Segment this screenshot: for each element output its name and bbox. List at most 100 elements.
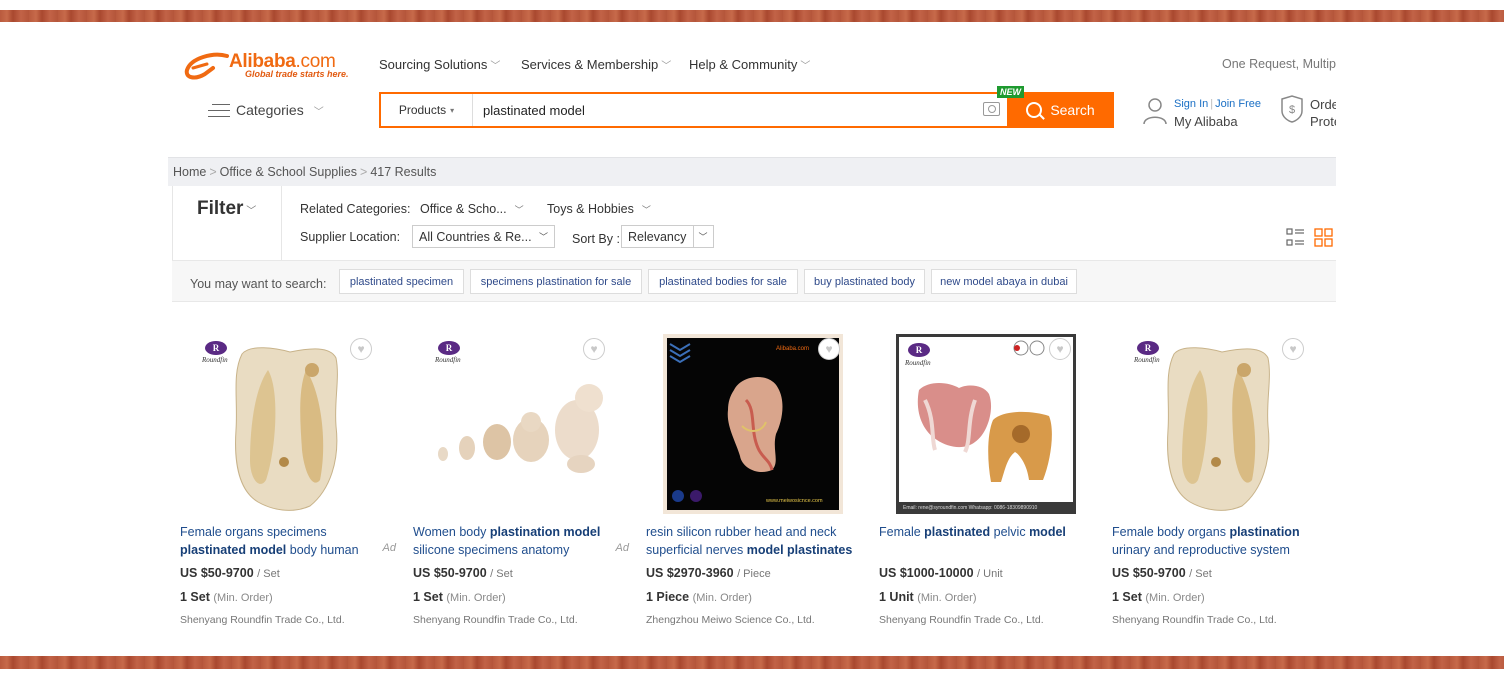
product-image[interactable]: R Roundfin ♥: [413, 330, 629, 516]
search-icon: [1026, 102, 1043, 118]
divider: [281, 186, 282, 260]
favorite-heart-icon[interactable]: ♥: [350, 338, 372, 360]
nav-services-membership[interactable]: Services & Membership ﹀: [521, 57, 671, 72]
supplier-name-link[interactable]: Shenyang Roundfin Trade Co., Ltd.: [879, 614, 1044, 626]
related-categories-label: Related Categories:: [300, 202, 411, 216]
related-searches-label: You may want to search:: [190, 277, 327, 291]
new-badge: NEW: [997, 86, 1024, 98]
rfq-link[interactable]: One Request, Multipl: [1222, 57, 1336, 71]
menu-icon: [208, 103, 230, 117]
svg-text:www.meiwosicnce.com: www.meiwosicnce.com: [765, 498, 823, 504]
min-order: 1 Set (Min. Order): [180, 590, 273, 604]
product-title-link[interactable]: Women body plastination model silicone s…: [413, 523, 628, 559]
product-price: US $50-9700 / Set: [413, 566, 513, 580]
product-price: US $50-9700 / Set: [180, 566, 280, 580]
product-price: US $50-9700 / Set: [1112, 566, 1212, 580]
related-search-tag[interactable]: buy plastinated body: [804, 269, 925, 294]
favorite-heart-icon[interactable]: ♥: [1049, 338, 1071, 360]
related-search-tag[interactable]: plastinated specimen: [339, 269, 464, 294]
search-type-select[interactable]: Products ▾: [381, 94, 473, 126]
supplier-name-link[interactable]: Shenyang Roundfin Trade Co., Ltd.: [413, 614, 578, 626]
chevron-down-icon: ﹀: [661, 61, 672, 72]
related-search-tag[interactable]: new model abaya in dubai: [931, 269, 1077, 294]
categories-label: Categories: [236, 102, 304, 118]
supplier-name-link[interactable]: Shenyang Roundfin Trade Co., Ltd.: [180, 614, 345, 626]
alibaba-swirl-icon: [184, 52, 229, 80]
chevron-down-icon: ﹀: [243, 206, 257, 217]
roundfin-logo: R Roundfin: [1134, 341, 1160, 364]
min-order: 1 Piece (Min. Order): [646, 590, 752, 604]
filter-panel: [172, 186, 1336, 260]
roundfin-logo: R Roundfin: [435, 341, 461, 364]
product-title-link[interactable]: Female organs specimens plastinated mode…: [180, 523, 395, 559]
favorite-heart-icon[interactable]: ♥: [1282, 338, 1304, 360]
related-search-tag[interactable]: plastinated bodies for sale: [648, 269, 798, 294]
my-alibaba-link[interactable]: My Alibaba: [1174, 114, 1238, 129]
chevron-down-icon: ﹀: [514, 205, 524, 215]
product-image[interactable]: R Roundfin ♥: [180, 330, 396, 516]
related-category-office[interactable]: Office & Scho... ﹀: [420, 202, 524, 216]
sign-in-link[interactable]: Sign In: [1174, 98, 1208, 110]
roundfin-logo: R Roundfin: [202, 341, 228, 364]
order-protection-link[interactable]: OrdeProte: [1310, 96, 1336, 130]
supplier-name-link[interactable]: Zhengzhou Meiwo Science Co., Ltd.: [646, 614, 815, 626]
product-image[interactable]: Email: rene@syroundfin.com Whatsapp: 008…: [879, 330, 1095, 516]
breadcrumb: Home > Office & School Supplies >417 Result…: [168, 157, 1336, 186]
product-title-link[interactable]: Female body organs plastination urinary …: [1112, 523, 1327, 559]
chevron-down-icon: ﹀: [538, 232, 548, 242]
supplier-location-label: Supplier Location:: [300, 230, 401, 244]
product-image[interactable]: Alibaba.com www.meiwosicnce.com ♥: [646, 330, 862, 516]
categories-menu[interactable]: Categories ﹀: [208, 102, 324, 118]
chevron-down-icon: ﹀: [490, 61, 501, 72]
svg-text:R: R: [446, 343, 453, 353]
related-category-toys[interactable]: Toys & Hobbies ﹀: [547, 202, 651, 216]
ad-label: Ad: [382, 542, 396, 554]
user-icon[interactable]: [1142, 97, 1168, 125]
chevron-down-icon: ▾: [450, 105, 455, 115]
product-title-link[interactable]: resin silicon rubber head and neck super…: [646, 523, 861, 559]
supplier-location-select[interactable]: All Countries & Re... ﹀: [412, 225, 555, 248]
ad-label: Ad: [615, 542, 629, 554]
supplier-name-link[interactable]: Shenyang Roundfin Trade Co., Ltd.: [1112, 614, 1277, 626]
min-order: 1 Set (Min. Order): [1112, 590, 1205, 604]
favorite-heart-icon[interactable]: ♥: [818, 338, 840, 360]
camera-icon[interactable]: [983, 102, 1000, 116]
filter-toggle[interactable]: Filter ﹀: [197, 198, 256, 220]
svg-text:Roundfin: Roundfin: [1134, 356, 1160, 364]
result-count: 417 Results: [370, 165, 437, 179]
svg-text:Email: rene@syroundfin.com Wha: Email: rene@syroundfin.com Whatsapp: 008…: [903, 505, 1038, 511]
breadcrumb-home[interactable]: Home: [173, 165, 206, 179]
product-price: US $1000-10000 / Unit: [879, 566, 1003, 580]
min-order: 1 Unit (Min. Order): [879, 590, 977, 604]
svg-text:Roundfin: Roundfin: [905, 359, 931, 367]
chevron-down-icon[interactable]: ﹀: [693, 225, 714, 248]
decorative-bottom-band: [0, 656, 1504, 669]
chevron-down-icon: ﹀: [313, 106, 324, 118]
sign-in-join: Sign In | Join Free: [1174, 98, 1261, 110]
grid-view-icon[interactable]: [1314, 228, 1333, 247]
roundfin-logo: R Roundfin: [905, 343, 931, 367]
alibaba-logo[interactable]: Alibaba.com Global trade starts here.: [183, 50, 358, 84]
product-title-link[interactable]: Female plastinated pelvic model: [879, 523, 1094, 541]
breadcrumb-category[interactable]: Office & School Supplies: [220, 165, 357, 179]
list-view-icon[interactable]: [1286, 228, 1305, 247]
nav-help-community[interactable]: Help & Community ﹀: [689, 57, 810, 72]
svg-text:R: R: [1145, 343, 1152, 353]
svg-text:Roundfin: Roundfin: [202, 356, 228, 364]
search-input[interactable]: [483, 100, 973, 120]
sort-by-select[interactable]: Relevancy: [621, 225, 694, 248]
nav-sourcing-solutions[interactable]: Sourcing Solutions ﹀: [379, 57, 500, 72]
svg-text:R: R: [213, 343, 220, 353]
product-image[interactable]: R Roundfin ♥: [1112, 330, 1328, 516]
join-free-link[interactable]: Join Free: [1215, 98, 1261, 110]
svg-text:Alibaba.com: Alibaba.com: [776, 346, 809, 352]
logo-tagline: Global trade starts here.: [245, 69, 349, 79]
search-bar: Products ▾: [379, 92, 1007, 128]
related-search-tag[interactable]: specimens plastination for sale: [470, 269, 642, 294]
order-protection-icon[interactable]: $: [1280, 95, 1304, 123]
favorite-heart-icon[interactable]: ♥: [583, 338, 605, 360]
chevron-down-icon: ﹀: [641, 205, 651, 215]
svg-text:$: $: [1289, 104, 1295, 116]
svg-text:Roundfin: Roundfin: [435, 356, 461, 364]
product-price: US $2970-3960 / Piece: [646, 566, 771, 580]
